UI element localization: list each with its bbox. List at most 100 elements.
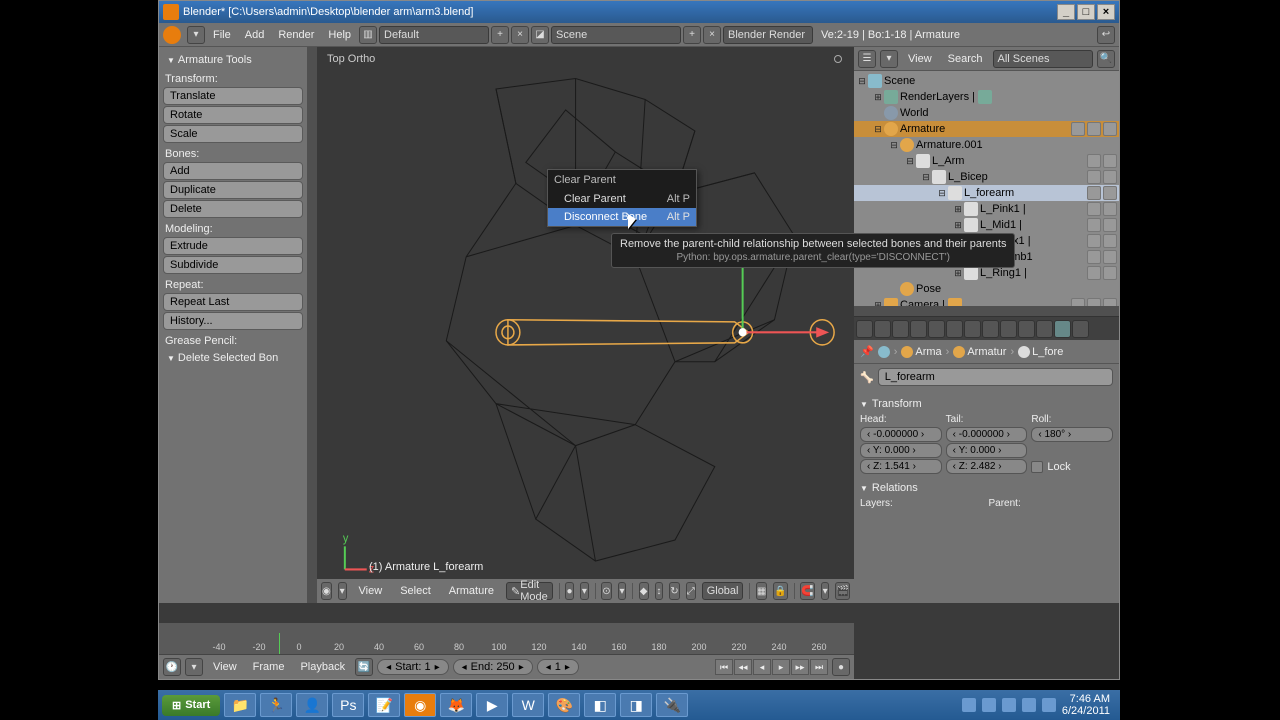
task-unknown1-icon[interactable]: ◧ [584, 693, 616, 717]
outliner-scrollbar[interactable] [854, 306, 1119, 316]
tab-constraints-icon[interactable] [928, 320, 945, 338]
scene-browse-icon[interactable]: ◪ [531, 26, 549, 44]
tab-bone-icon[interactable] [1054, 320, 1071, 338]
start-frame-field[interactable]: ◂ Start: 1 ▸ [377, 659, 449, 675]
extrude-button[interactable]: Extrude [163, 237, 303, 255]
scene-del-icon[interactable]: × [703, 26, 721, 44]
tail-z-field[interactable]: ‹ Z: 2.482 › [946, 459, 1028, 474]
menu-disconnect-bone[interactable]: Disconnect BoneAlt P [548, 208, 696, 226]
tray-icon[interactable] [982, 698, 996, 712]
outliner-lpink[interactable]: ⊞L_Pink1 | [854, 201, 1119, 217]
timeline-collapse-icon[interactable]: ▾ [185, 658, 203, 676]
task-media-icon[interactable]: ▶ [476, 693, 508, 717]
tool-shelf-scrollbar[interactable] [307, 47, 317, 603]
task-firefox-icon[interactable]: 🦊 [440, 693, 472, 717]
visibility-icon[interactable] [1071, 122, 1085, 136]
outliner-lmid[interactable]: ⊞L_Mid1 | [854, 217, 1119, 233]
timeline-ruler[interactable]: -40-200204060801001201401601802002202402… [159, 633, 854, 655]
breadcrumb-armatur[interactable]: Armatur [953, 346, 1006, 358]
titlebar[interactable]: Blender* [C:\Users\admin\Desktop\blender… [159, 1, 1119, 23]
end-frame-field[interactable]: ◂ End: 250 ▸ [453, 659, 533, 675]
layout-del-icon[interactable]: × [511, 26, 529, 44]
selectable-icon[interactable] [1087, 122, 1101, 136]
jump-start-icon[interactable]: ⏮ [715, 659, 733, 675]
history-button[interactable]: History... [163, 312, 303, 330]
clock[interactable]: 7:46 AM 6/24/2011 [1062, 693, 1110, 717]
tab-data-icon[interactable] [964, 320, 981, 338]
breadcrumb-scene[interactable] [878, 346, 890, 358]
sync-icon[interactable]: 🔄 [355, 658, 373, 676]
tail-y-field[interactable]: ‹ Y: 0.000 › [946, 443, 1028, 458]
minimize-button[interactable]: _ [1057, 4, 1075, 20]
repeat-last-button[interactable]: Repeat Last [163, 293, 303, 311]
tab-render-icon[interactable] [856, 320, 873, 338]
outliner-display-dropdown[interactable]: All Scenes [993, 50, 1093, 68]
outliner-collapse-icon[interactable]: ▾ [880, 50, 898, 68]
transform-section-header[interactable]: Transform [860, 394, 1113, 414]
editor-type-dropdown-icon[interactable]: ▾ [187, 26, 205, 44]
pin-icon[interactable]: 📌 [860, 345, 874, 358]
task-word-icon[interactable]: W [512, 693, 544, 717]
tab-boneconstraint-icon[interactable] [1072, 320, 1089, 338]
head-y-field[interactable]: ‹ Y: 0.000 › [860, 443, 942, 458]
outliner-armature[interactable]: ⊟Armature [854, 121, 1119, 137]
orientation-dropdown[interactable]: Global [702, 582, 744, 600]
outliner-view-menu[interactable]: View [902, 51, 938, 67]
breadcrumb-arma[interactable]: Arma [901, 346, 941, 358]
menu-help[interactable]: Help [322, 27, 357, 43]
timeline-frame-menu[interactable]: Frame [247, 659, 291, 675]
timeline-playback-menu[interactable]: Playback [294, 659, 351, 675]
scale-button[interactable]: Scale [163, 125, 303, 143]
tab-scene-icon[interactable] [874, 320, 891, 338]
outliner-editor-icon[interactable]: ☰ [858, 50, 876, 68]
blender-logo-icon[interactable] [163, 26, 181, 44]
scene-dropdown[interactable]: Scene [551, 26, 681, 44]
task-blender-icon[interactable]: ◉ [404, 693, 436, 717]
tab-particles-icon[interactable] [1018, 320, 1035, 338]
outliner-camera[interactable]: ⊞Camera | [854, 297, 1119, 306]
lock-camera-icon[interactable]: 🔒 [773, 582, 787, 600]
snap-type-icon[interactable]: ▾ [821, 582, 830, 600]
task-usb-icon[interactable]: 🔌 [656, 693, 688, 717]
start-button[interactable]: ⊞Start [162, 695, 220, 716]
subdivide-button[interactable]: Subdivide [163, 256, 303, 274]
menu-file[interactable]: File [207, 27, 237, 43]
tab-material-icon[interactable] [982, 320, 999, 338]
vp-armature-menu[interactable]: Armature [443, 583, 500, 599]
relations-section-header[interactable]: Relations [860, 478, 1113, 498]
task-notepad-icon[interactable]: 📝 [368, 693, 400, 717]
splitlayout-icon[interactable]: ▥ [359, 26, 377, 44]
outliner-pose[interactable]: Pose [854, 281, 1119, 297]
outliner-armature001[interactable]: ⊟Armature.001 [854, 137, 1119, 153]
tray-icon[interactable] [1022, 698, 1036, 712]
play-reverse-icon[interactable]: ◂ [753, 659, 771, 675]
duplicate-button[interactable]: Duplicate [163, 181, 303, 199]
render-preview-icon[interactable]: 🎬 [835, 582, 849, 600]
renderable-icon[interactable] [1103, 122, 1117, 136]
render-engine-dropdown[interactable]: Blender Render [723, 26, 813, 44]
maximize-button[interactable]: □ [1077, 4, 1095, 20]
play-icon[interactable]: ▸ [772, 659, 790, 675]
armature-tools-header[interactable]: Armature Tools [163, 51, 303, 69]
task-explorer-icon[interactable]: 📁 [224, 693, 256, 717]
close-button[interactable]: × [1097, 4, 1115, 20]
layers-icon[interactable]: ▦ [756, 582, 767, 600]
mode-dropdown[interactable]: ✎ Edit Mode [506, 582, 553, 600]
tray-icon[interactable] [962, 698, 976, 712]
scale-manip-icon[interactable]: ⤢ [686, 582, 696, 600]
timeline-view-menu[interactable]: View [207, 659, 243, 675]
vp-select-menu[interactable]: Select [394, 583, 437, 599]
tab-texture-icon[interactable] [1000, 320, 1017, 338]
pivot-icon[interactable]: ⊙ [601, 582, 611, 600]
task-running-icon[interactable]: 🏃 [260, 693, 292, 717]
breadcrumb-lfore[interactable]: L_fore [1018, 346, 1063, 358]
delete-button[interactable]: Delete [163, 200, 303, 218]
manipulator-toggle-icon[interactable]: ◆ [639, 582, 649, 600]
task-photoshop-icon[interactable]: Ps [332, 693, 364, 717]
task-gimp-icon[interactable]: 🎨 [548, 693, 580, 717]
tab-modifiers-icon[interactable] [946, 320, 963, 338]
back-to-previous-icon[interactable]: ↩ [1097, 26, 1115, 44]
add-button[interactable]: Add [163, 162, 303, 180]
menu-render[interactable]: Render [272, 27, 320, 43]
outliner-lbicep[interactable]: ⊟L_Bicep [854, 169, 1119, 185]
